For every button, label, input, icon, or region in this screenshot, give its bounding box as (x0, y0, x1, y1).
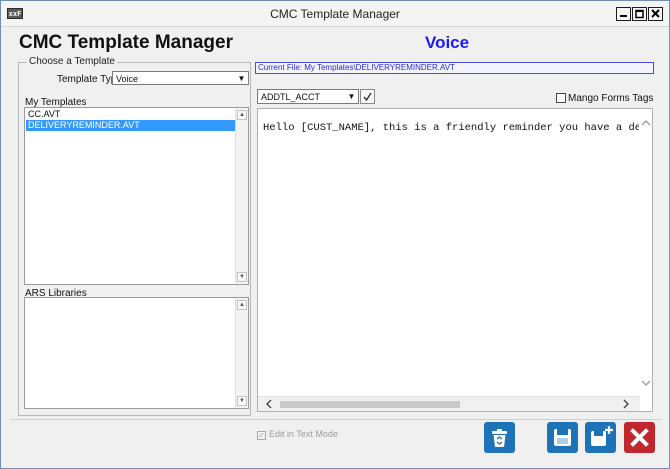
my-templates-list[interactable]: CC.AVT DELIVERYREMINDER.AVT ▲ ▼ (24, 107, 249, 285)
header-mode: Voice (425, 33, 470, 52)
edit-text-mode-checkbox[interactable]: ✓ (257, 431, 266, 440)
close-x-icon (630, 428, 649, 447)
header-title: CMC Template Manager (19, 32, 233, 53)
main-window: xxF CMC Template Manager CMC Template Ma… (0, 0, 670, 469)
horizontal-scroll-thumb[interactable] (280, 401, 460, 408)
choose-template-legend: Choose a Template (27, 56, 117, 67)
mango-forms-label: Mango Forms Tags (568, 93, 654, 104)
ars-libraries-scrollbar[interactable]: ▲ ▼ (235, 298, 248, 408)
edit-text-mode-toggle[interactable]: ✓ Edit in Text Mode (257, 429, 338, 440)
template-text[interactable]: Hello [CUST_NAME], this is a friendly re… (263, 122, 639, 136)
ars-libraries-list[interactable]: ▲ ▼ (24, 297, 249, 409)
scroll-down-button[interactable]: ▼ (237, 272, 247, 282)
template-type-select[interactable]: Voice ▼ (112, 71, 249, 85)
editor-horizontal-scrollbar[interactable] (258, 396, 640, 411)
chevron-down-icon: ▼ (237, 74, 246, 83)
edit-text-mode-label: Edit in Text Mode (269, 429, 338, 439)
window-controls (615, 7, 663, 21)
recycle-bin-icon (492, 429, 507, 447)
scroll-up-button[interactable]: ▲ (237, 110, 247, 120)
minimize-icon (620, 15, 627, 17)
chevron-right-icon[interactable] (622, 399, 630, 412)
field-tag-select[interactable]: ADDTL_ACCT ▼ (257, 89, 359, 104)
delete-button[interactable] (624, 422, 655, 453)
chevron-left-icon[interactable] (265, 399, 273, 412)
list-item-deliveryreminder[interactable]: DELIVERYREMINDER.AVT (26, 120, 236, 131)
save-button[interactable] (547, 422, 578, 453)
maximize-button[interactable] (632, 7, 647, 21)
chevron-down-icon: ▼ (347, 92, 356, 101)
template-text-editor[interactable]: Hello [CUST_NAME], this is a friendly re… (257, 108, 653, 412)
scroll-down-button[interactable]: ▼ (237, 396, 247, 406)
my-templates-scrollbar[interactable]: ▲ ▼ (235, 108, 248, 284)
mango-forms-checkbox[interactable] (556, 93, 566, 103)
insert-tag-button[interactable] (360, 89, 375, 104)
chevron-down-icon[interactable] (641, 379, 651, 390)
field-tag-value: ADDTL_ACCT (261, 92, 321, 102)
footer-divider (10, 419, 662, 420)
maximize-icon (635, 9, 644, 19)
close-icon (651, 9, 660, 18)
current-file-path: Current File: My Templates\DELIVERYREMIN… (255, 62, 654, 74)
title-bar[interactable]: xxF CMC Template Manager (1, 1, 669, 27)
window-title: CMC Template Manager (270, 7, 400, 21)
template-type-value: Voice (116, 74, 139, 84)
checkmark-icon (363, 92, 372, 102)
chevron-up-icon[interactable] (641, 119, 651, 130)
list-item-cc[interactable]: CC.AVT (26, 109, 236, 120)
scroll-up-button[interactable]: ▲ (237, 300, 247, 310)
editor-vertical-scrollbar[interactable] (639, 109, 652, 397)
minimize-button[interactable] (616, 7, 631, 21)
save-icon (554, 429, 571, 446)
recycle-button[interactable] (484, 422, 515, 453)
save-new-icon (591, 426, 613, 446)
close-window-button[interactable] (648, 7, 663, 21)
save-new-button[interactable] (585, 422, 616, 453)
